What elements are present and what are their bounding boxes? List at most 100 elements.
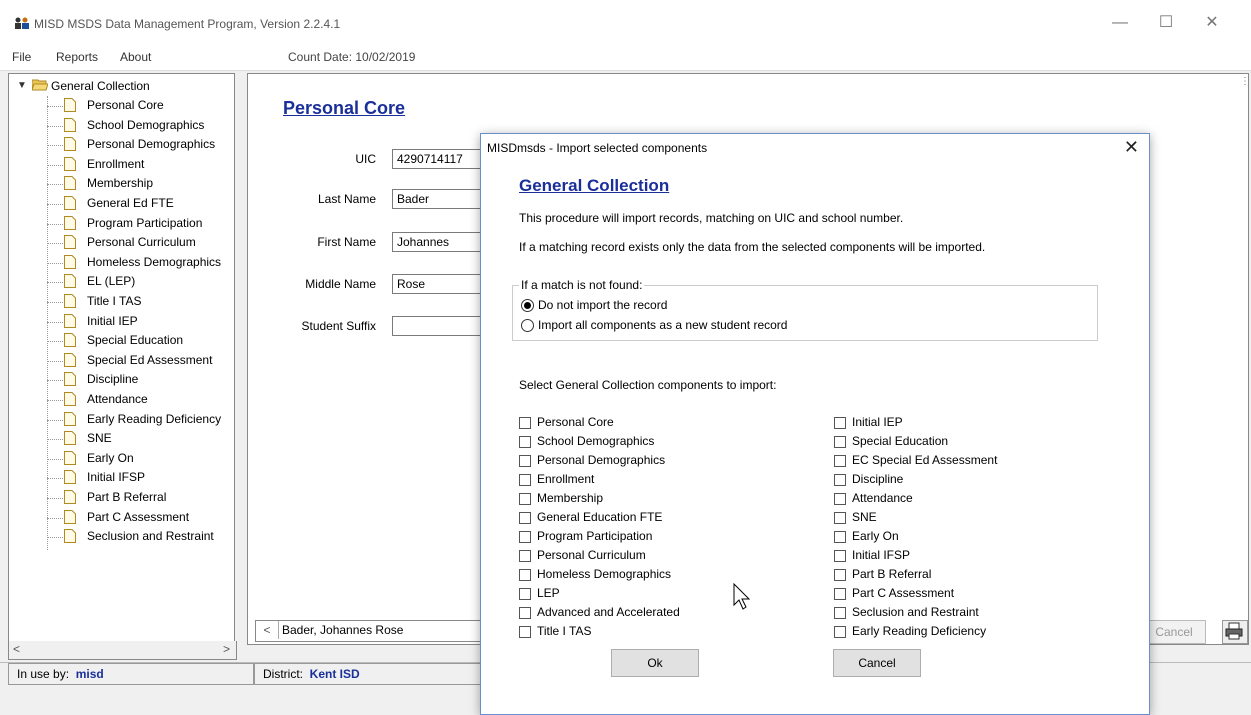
record-navigator[interactable]: < Bader, Johannes Rose [255, 620, 497, 642]
document-icon [64, 176, 76, 191]
document-icon [64, 392, 76, 406]
tree-item-label: Personal Core [87, 98, 164, 112]
tree-connector [47, 537, 63, 539]
component-checkbox-label: Enrollment [537, 472, 595, 486]
tree-item-label: Early Reading Deficiency [87, 411, 222, 426]
tree-connector [47, 223, 63, 225]
tree-connector [47, 360, 63, 362]
checkbox-unchecked-icon[interactable] [834, 550, 846, 562]
student-suffix-label: Student Suffix [301, 319, 377, 333]
chevron-down-icon[interactable]: ▼ [17, 80, 27, 91]
tree-item-label: Part C Assessment [87, 509, 190, 524]
checkbox-unchecked-icon[interactable] [519, 607, 531, 619]
component-checkbox-label: Early Reading Deficiency [852, 624, 987, 638]
tree-item-label: SNE [87, 431, 112, 446]
document-icon [64, 117, 76, 132]
print-button[interactable] [1222, 620, 1248, 644]
document-icon [64, 470, 76, 485]
checkbox-unchecked-icon[interactable] [519, 531, 531, 543]
checkbox-unchecked-icon[interactable] [834, 531, 846, 543]
checkbox-unchecked-icon[interactable] [519, 474, 531, 486]
tree-connector [47, 341, 63, 343]
checkbox-unchecked-icon[interactable] [834, 607, 846, 619]
document-icon [64, 333, 76, 348]
document-icon [64, 196, 76, 210]
uic-label: UIC [355, 152, 376, 166]
page-title: Personal Core [283, 98, 406, 118]
radio-unselected-icon[interactable] [521, 319, 534, 332]
current-record-name: Bader, Johannes Rose [282, 623, 404, 637]
count-date: Count Date: 10/02/2019 [288, 50, 416, 64]
checkbox-unchecked-icon[interactable] [519, 512, 531, 524]
tree-connector [47, 400, 63, 401]
scroll-right-icon[interactable]: > [223, 642, 230, 656]
vertical-scroll-handle-icon: ⋮ [1240, 76, 1250, 87]
tree-connector [47, 517, 63, 519]
checkbox-unchecked-icon[interactable] [834, 512, 846, 524]
tree-item-label: Early On [87, 450, 134, 465]
checkbox-unchecked-icon[interactable] [834, 626, 846, 638]
navigation-tree[interactable]: ▼ General Collection Personal Core School… [8, 73, 235, 645]
dialog-close-icon[interactable]: ✕ [1124, 137, 1139, 158]
radio-import-new-label: Import all components as a new student r… [538, 318, 788, 332]
checkbox-unchecked-icon[interactable] [834, 417, 846, 429]
checkbox-unchecked-icon[interactable] [519, 436, 531, 448]
maximize-button[interactable]: ☐ [1146, 12, 1186, 34]
scroll-left-icon[interactable]: < [13, 642, 20, 656]
component-checkbox-label: Early On [852, 529, 899, 543]
tree-horizontal-scrollbar[interactable]: < > [8, 641, 237, 660]
checkbox-unchecked-icon[interactable] [834, 588, 846, 600]
radio-selected-icon[interactable] [521, 299, 534, 312]
tree-item-label: Initial IFSP [87, 470, 146, 485]
tree-connector [47, 419, 63, 421]
no-match-options: If a match is not found: Do not import t… [512, 278, 1098, 341]
dialog-cancel-button[interactable]: Cancel [833, 649, 921, 677]
checkbox-unchecked-icon[interactable] [519, 569, 531, 581]
menu-bar: File Reports About Count Date: 10/02/201… [0, 44, 1251, 71]
checkbox-unchecked-icon[interactable] [834, 569, 846, 581]
menu-file[interactable]: File [12, 50, 31, 64]
checkbox-unchecked-icon[interactable] [519, 588, 531, 600]
form-cancel-button[interactable]: Cancel [1142, 620, 1206, 644]
component-checkbox-label: Special Education [852, 434, 949, 448]
checkbox-unchecked-icon[interactable] [519, 493, 531, 505]
ok-button[interactable]: Ok [611, 649, 699, 677]
in-use-user: misd [75, 667, 104, 681]
status-in-use: In use by: misd [8, 663, 254, 685]
checkbox-unchecked-icon[interactable] [834, 455, 846, 467]
component-checkbox-label: LEP [537, 586, 560, 600]
tree-item-label: Attendance [87, 392, 148, 406]
component-checkbox-label: General Education FTE [537, 510, 663, 524]
menu-reports[interactable]: Reports [56, 50, 98, 64]
checkbox-unchecked-icon[interactable] [519, 550, 531, 562]
checkbox-unchecked-icon[interactable] [834, 436, 846, 448]
title-bar: MISD MSDS Data Management Program, Versi… [0, 0, 1251, 44]
component-checkbox-label: Personal Curriculum [537, 548, 646, 562]
tree-item-label: General Ed FTE [87, 196, 174, 210]
document-icon [64, 156, 76, 171]
district-label: District: [263, 667, 303, 681]
checkbox-unchecked-icon[interactable] [834, 493, 846, 505]
tree-item-label: Initial IEP [87, 313, 138, 328]
checkbox-unchecked-icon[interactable] [834, 474, 846, 486]
component-checkbox-label: School Demographics [537, 434, 655, 448]
checkbox-unchecked-icon[interactable] [519, 626, 531, 638]
menu-about[interactable]: About [120, 50, 151, 64]
checkbox-unchecked-icon[interactable] [519, 455, 531, 467]
tree-item-label: Personal Demographics [87, 137, 216, 152]
component-checkbox-label: Advanced and Accelerated [537, 605, 680, 619]
tree-item-label: Seclusion and Restraint [87, 529, 214, 544]
open-folder-icon [32, 79, 48, 91]
minimize-button[interactable]: — [1100, 12, 1140, 34]
tree-connector [47, 106, 63, 107]
component-checkbox-label: Homeless Demographics [537, 567, 672, 581]
first-name-label: First Name [317, 235, 376, 249]
import-dialog: MISDmsds - Import selected components ✕ … [480, 133, 1150, 715]
radio-do-not-import-label: Do not import the record [538, 298, 668, 312]
tree-connector [47, 125, 63, 127]
previous-record-button[interactable]: < [256, 621, 279, 639]
dialog-title: MISDmsds - Import selected components [487, 141, 708, 155]
tree-connector [47, 184, 63, 186]
checkbox-unchecked-icon[interactable] [519, 417, 531, 429]
close-button[interactable]: ✕ [1192, 12, 1232, 34]
